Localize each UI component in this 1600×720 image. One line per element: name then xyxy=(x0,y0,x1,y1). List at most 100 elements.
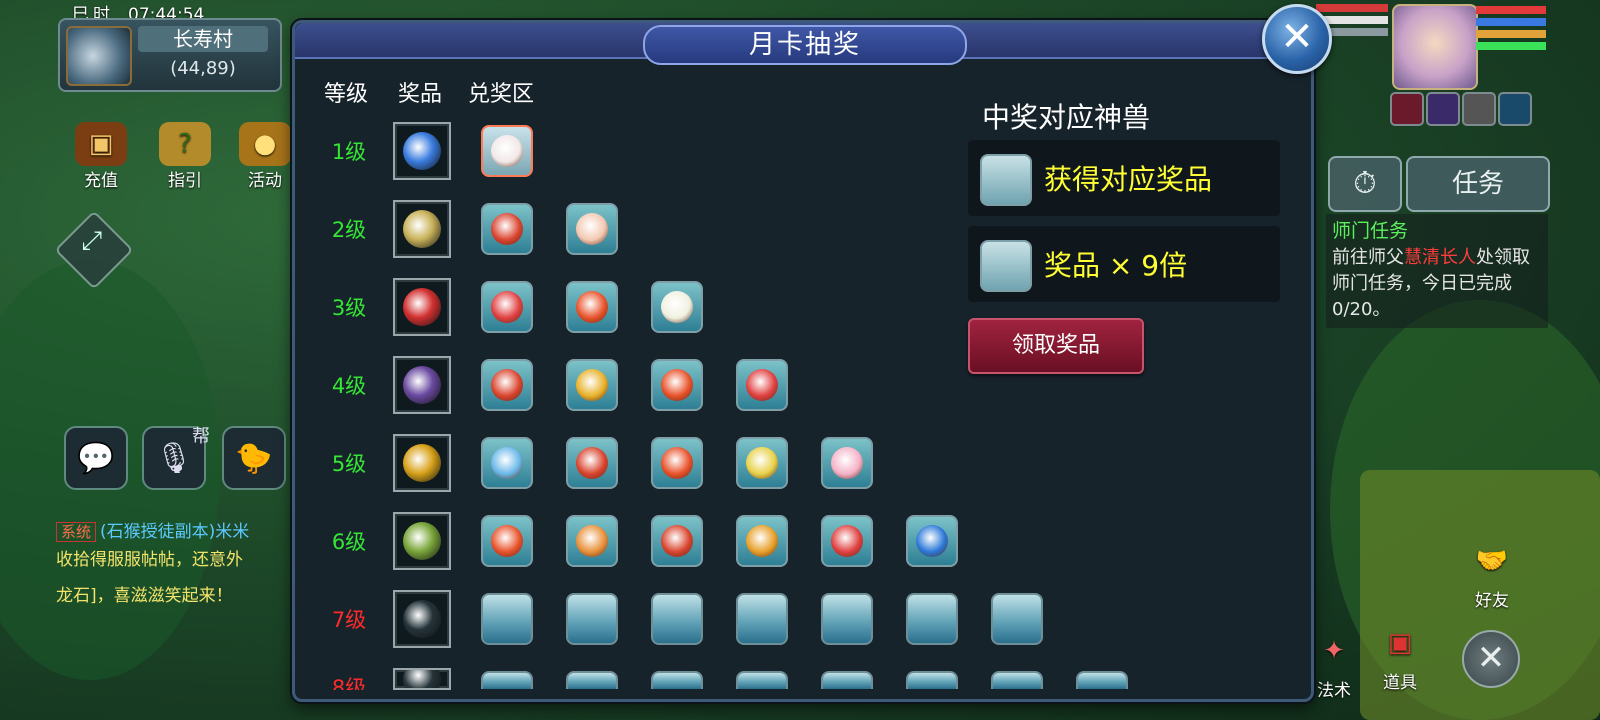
sprout-doll-icon xyxy=(980,154,1032,206)
empty-emblem-icon[interactable] xyxy=(393,590,451,648)
stone-buff-icon[interactable] xyxy=(1462,92,1496,126)
dragon-mask-beast[interactable] xyxy=(481,281,533,333)
blue-dragon-beast[interactable] xyxy=(481,437,533,489)
pet-button[interactable]: 🐤 xyxy=(222,426,286,490)
phoenix-beast[interactable] xyxy=(566,281,618,333)
red-gem-icon[interactable] xyxy=(393,278,451,336)
empty-reward-slot[interactable] xyxy=(906,593,958,645)
column-header-level: 等级 xyxy=(324,82,369,107)
golden-lion-beast[interactable] xyxy=(566,359,618,411)
white-crane-beast[interactable] xyxy=(651,281,703,333)
blue-dragon-beast-face xyxy=(491,447,523,479)
handshake-icon: 🤝 xyxy=(1475,546,1509,576)
phoenix-beast-face xyxy=(661,447,693,479)
heart-buff-icon[interactable] xyxy=(1390,92,1424,126)
red-bird-beast[interactable] xyxy=(566,437,618,489)
water-buff-icon[interactable] xyxy=(1498,92,1532,126)
dragon-mask-beast-face xyxy=(746,369,778,401)
phoenix-beast[interactable] xyxy=(651,359,703,411)
claim-prize-button[interactable]: 领取奖品 xyxy=(968,318,1144,374)
blue-crescent-icon[interactable] xyxy=(393,122,451,180)
empty-reward-slot[interactable] xyxy=(906,671,958,689)
level-label: 1级 xyxy=(331,140,367,164)
empty-reward-slot[interactable] xyxy=(566,593,618,645)
red-bird-beast[interactable] xyxy=(481,359,533,411)
empty-reward-slot[interactable] xyxy=(651,593,703,645)
golden-coil-icon-glyph xyxy=(403,210,441,248)
legend-row-multiplier: 奖品 × 9倍 xyxy=(968,226,1280,302)
system-tag: 系统 xyxy=(56,522,97,542)
level-label: 4级 xyxy=(331,374,367,398)
empty-emblem-icon-glyph xyxy=(403,600,441,638)
green-map-icon-glyph xyxy=(403,522,441,560)
chat-line-1-text: (石猴授徒副本)米米 xyxy=(100,522,250,542)
level-label: 5级 xyxy=(331,452,367,476)
chat-line-3: 龙石]，喜滋滋笑起来！ xyxy=(56,586,233,606)
skills-button[interactable]: ✦ 法术 xyxy=(1308,636,1360,701)
phoenix-beast[interactable] xyxy=(481,515,533,567)
minimap-thumbnail[interactable] xyxy=(66,26,132,86)
column-header-redeem: 兑奖区 xyxy=(468,82,535,107)
golden-coil-icon[interactable] xyxy=(393,200,451,258)
orb-buff-icon[interactable] xyxy=(1426,92,1460,126)
task-tab[interactable]: 任务 xyxy=(1406,156,1550,212)
timer-tab[interactable]: ⏱ xyxy=(1328,156,1402,212)
activity-button[interactable]: ● 活动 xyxy=(238,122,292,191)
gang-label: 帮 xyxy=(192,426,210,447)
empty-reward-slot[interactable] xyxy=(821,593,873,645)
phoenix-beast-face xyxy=(661,369,693,401)
hud-collapse-button[interactable]: ✕ xyxy=(1462,630,1520,688)
empty-reward-slot[interactable] xyxy=(736,671,788,689)
chat-bubble-icon: 💬 xyxy=(77,440,115,476)
purple-orb-icon[interactable] xyxy=(393,356,451,414)
guide-button[interactable]: ? 指引 xyxy=(154,122,216,191)
map-name: 长寿村 xyxy=(138,26,268,52)
quest-panel[interactable]: 师门任务 前往师父慧清长人处领取师门任务，今日已完成0/20。 xyxy=(1326,214,1548,328)
dragon-mask-beast[interactable] xyxy=(821,515,873,567)
empty-reward-slot[interactable] xyxy=(821,671,873,689)
recharge-button[interactable]: ▣ 充值 xyxy=(70,122,132,191)
friends-button[interactable]: 🤝 好友 xyxy=(1462,546,1522,611)
empty-reward-slot[interactable] xyxy=(736,593,788,645)
red-bird-beast[interactable] xyxy=(481,203,533,255)
blue-dolphin-beast[interactable] xyxy=(906,515,958,567)
white-bun-icon xyxy=(980,240,1032,292)
winning-beast-title: 中奖对应神兽 xyxy=(982,101,1151,134)
dialog-title: 月卡抽奖 xyxy=(643,25,967,65)
quest-description: 前往师父慧清长人处领取师门任务，今日已完成0/20。 xyxy=(1332,245,1542,323)
white-fox-beast[interactable] xyxy=(481,125,533,177)
empty-reward-slot[interactable] xyxy=(481,671,533,689)
quest-title: 师门任务 xyxy=(1332,220,1409,242)
close-icon: ✕ xyxy=(1476,638,1506,678)
tiger-beast-face xyxy=(746,525,778,557)
golden-token-icon[interactable] xyxy=(393,434,451,492)
sprout-doll-beast[interactable] xyxy=(566,203,618,255)
dialog-close-button[interactable]: ✕ xyxy=(1262,4,1332,74)
empty-reward-slot[interactable] xyxy=(991,593,1043,645)
empty-reward-slot[interactable] xyxy=(991,671,1043,689)
tiger-beast[interactable] xyxy=(736,515,788,567)
chat-button[interactable]: 💬 xyxy=(64,426,128,490)
legend-reward-text: 获得对应奖品 xyxy=(1044,163,1213,196)
monkey-beast[interactable] xyxy=(566,515,618,567)
red-bird-beast[interactable] xyxy=(651,515,703,567)
empty-reward-slot[interactable] xyxy=(481,593,533,645)
items-button[interactable]: ▣ 道具 xyxy=(1372,628,1428,693)
expand-arrows-icon: ⤢ xyxy=(81,225,103,256)
empty-reward-slot[interactable] xyxy=(651,671,703,689)
level-label: 8级 xyxy=(331,676,367,690)
quest-npc-link[interactable]: 慧清长人 xyxy=(1404,247,1476,268)
minimap-card[interactable]: 长寿村 (44,89) xyxy=(58,18,282,92)
map-coordinates: (44,89) xyxy=(170,58,236,79)
rainbow-chick-beast[interactable] xyxy=(736,437,788,489)
green-map-icon[interactable] xyxy=(393,512,451,570)
dragon-mask-beast[interactable] xyxy=(736,359,788,411)
player-avatar[interactable] xyxy=(1392,4,1478,90)
pink-rabbit-beast[interactable] xyxy=(821,437,873,489)
empty-reward-slot[interactable] xyxy=(1076,671,1128,689)
phoenix-beast[interactable] xyxy=(651,437,703,489)
empty-emblem-icon-glyph xyxy=(403,670,441,688)
level-label: 6级 xyxy=(331,530,367,554)
empty-reward-slot[interactable] xyxy=(566,671,618,689)
empty-emblem-icon[interactable] xyxy=(393,668,451,690)
